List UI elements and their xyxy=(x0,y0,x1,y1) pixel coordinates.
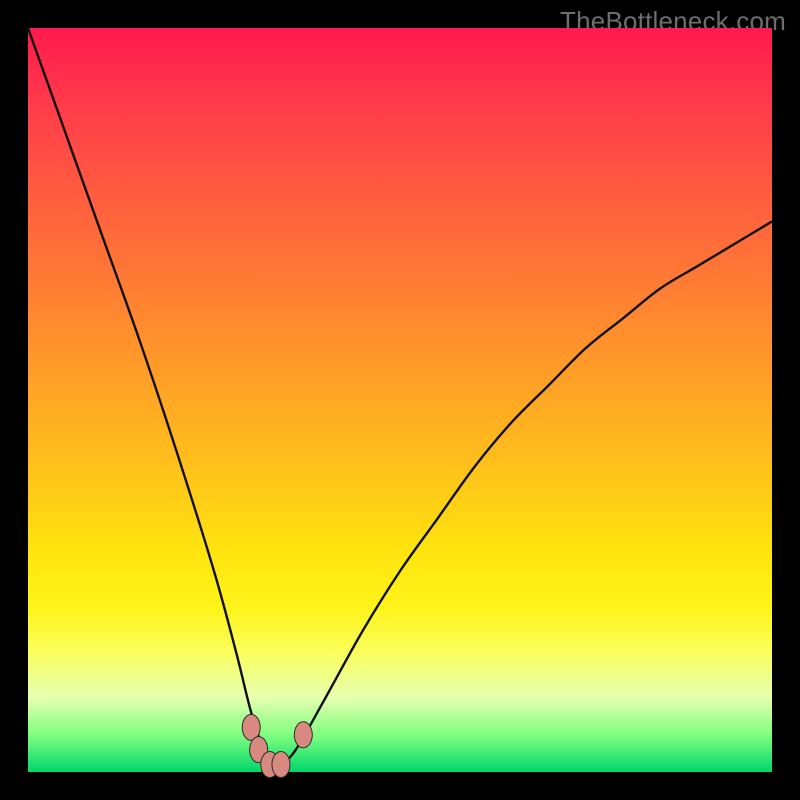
curve-path xyxy=(28,28,772,772)
bottleneck-curve xyxy=(28,28,772,772)
curve-marker-3 xyxy=(272,752,290,778)
chart-frame: TheBottleneck.com xyxy=(0,0,800,800)
plot-area xyxy=(28,28,772,772)
curve-marker-4 xyxy=(294,722,312,748)
